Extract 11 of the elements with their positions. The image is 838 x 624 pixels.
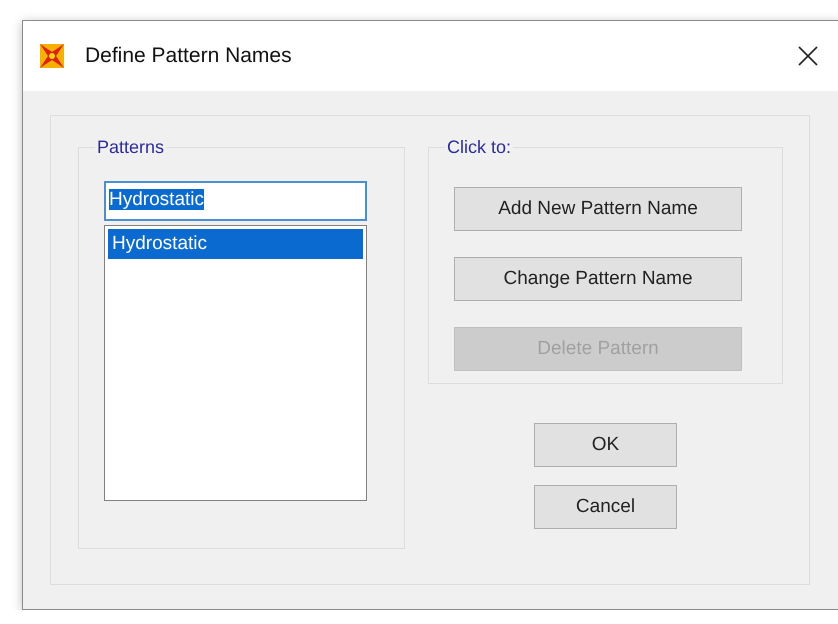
- list-item[interactable]: Hydrostatic: [108, 229, 363, 259]
- action-button[interactable]: Add New Pattern Name: [454, 187, 742, 231]
- dialog-button[interactable]: Cancel: [534, 485, 677, 529]
- app-icon: [39, 43, 65, 69]
- dialog-button[interactable]: OK: [534, 423, 677, 467]
- action-button[interactable]: Change Pattern Name: [454, 257, 742, 301]
- name-field[interactable]: Hydrostatic: [104, 181, 367, 221]
- window-title: Define Pattern Names: [85, 44, 293, 68]
- group-label: Patterns: [97, 137, 164, 157]
- group-label: Click to:: [447, 137, 512, 157]
- close-icon[interactable]: [796, 44, 820, 68]
